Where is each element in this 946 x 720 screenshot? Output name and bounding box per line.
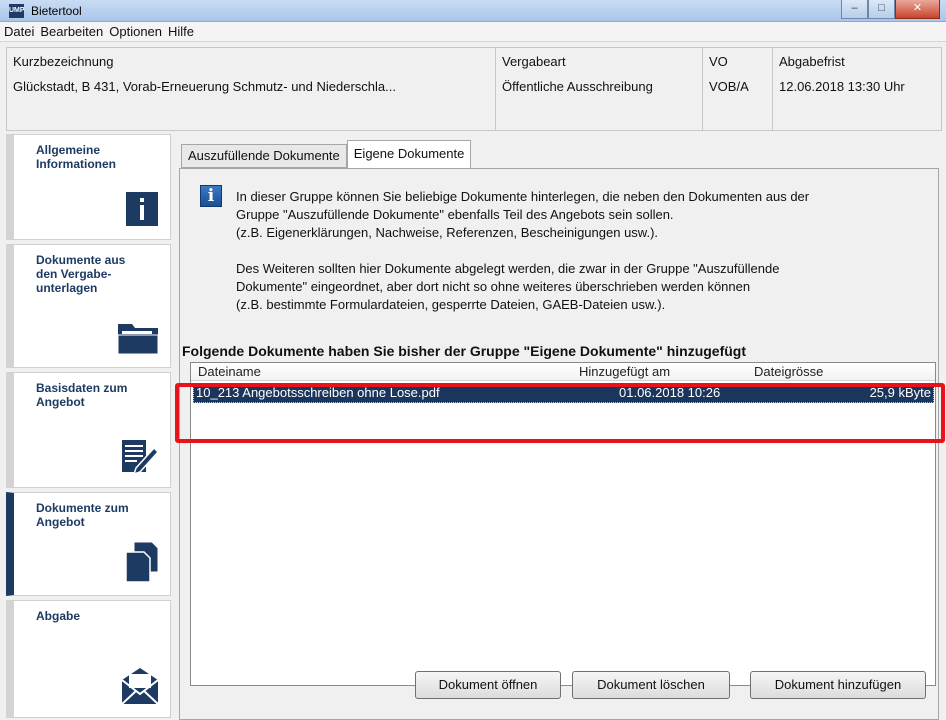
- header-abgabefrist: Abgabefrist 12.06.2018 13:30 Uhr: [773, 48, 941, 130]
- info-line: Dokumente" eingeordnet, aber dort nicht …: [236, 279, 751, 294]
- info-line: (z.B. Eigenerklärungen, Nachweise, Refer…: [236, 225, 659, 240]
- kurzbezeichnung-label: Kurzbezeichnung: [13, 54, 114, 69]
- row-date: 01.06.2018 10:26: [619, 385, 721, 400]
- open-document-button[interactable]: Dokument öffnen: [415, 671, 561, 699]
- abgabefrist-label: Abgabefrist: [779, 54, 845, 69]
- menu-bar: Datei Bearbeiten Optionen Hilfe: [0, 22, 946, 42]
- info-line: [236, 242, 936, 260]
- folder-icon: [117, 320, 159, 357]
- app-icon: UMP: [9, 4, 25, 18]
- main-panel: Auszufüllende Dokumente Eigene Dokumente…: [175, 134, 945, 720]
- document-list[interactable]: Dateiname Hinzugefügt am Dateigrösse 10_…: [190, 362, 936, 686]
- envelope-icon: [121, 668, 159, 707]
- column-header-dateiname[interactable]: Dateiname: [198, 364, 261, 381]
- documents-icon: [125, 541, 159, 585]
- sidebar-item-label: Abgabe: [36, 609, 81, 623]
- sidebar-item-label: Dokumente zum Angebot: [36, 501, 129, 529]
- kurzbezeichnung-value: Glückstadt, B 431, Vorab-Erneuerung Schm…: [13, 79, 396, 94]
- tab-bar: Auszufüllende Dokumente Eigene Dokumente: [181, 140, 472, 168]
- menu-item-bearbeiten[interactable]: Bearbeiten: [40, 24, 103, 39]
- sidebar: Allgemeine Informationen Dokumente aus d…: [6, 134, 171, 720]
- info-line: In dieser Gruppe können Sie beliebige Do…: [236, 189, 810, 204]
- abgabefrist-value: 12.06.2018 13:30 Uhr: [779, 79, 905, 94]
- info-line: (z.B. bestimmte Formulardateien, gesperr…: [236, 297, 666, 312]
- info-icon: i: [200, 185, 222, 207]
- window-controls: – □ ✕: [841, 0, 940, 20]
- document-list-title: Folgende Dokumente haben Sie bisher der …: [182, 343, 747, 359]
- sidebar-item-abgabe[interactable]: Abgabe: [6, 600, 171, 718]
- sidebar-item-basisdaten[interactable]: Basisdaten zum Angebot: [6, 372, 171, 488]
- info-line: Des Weiteren sollten hier Dokumente abge…: [236, 261, 780, 276]
- header-vergabeart: Vergabeart Öffentliche Ausschreibung: [496, 48, 703, 130]
- sidebar-item-dokumente-vergabeunterlagen[interactable]: Dokumente aus den Vergabe- unterlagen: [6, 244, 171, 368]
- sidebar-item-allgemeine-informationen[interactable]: Allgemeine Informationen: [6, 134, 171, 240]
- header-kurzbezeichnung: Kurzbezeichnung Glückstadt, B 431, Vorab…: [7, 48, 496, 130]
- vergabeart-value: Öffentliche Ausschreibung: [502, 79, 653, 94]
- sidebar-item-dokumente-zum-angebot[interactable]: Dokumente zum Angebot: [6, 492, 171, 596]
- vo-label: VO: [709, 54, 728, 69]
- column-header-hinzugefuegt[interactable]: Hinzugefügt am: [579, 364, 670, 381]
- maximize-icon[interactable]: □: [868, 0, 895, 19]
- column-header-dateigroesse[interactable]: Dateigrösse: [754, 364, 823, 381]
- sidebar-item-label: Dokumente aus den Vergabe- unterlagen: [36, 253, 126, 295]
- tab-panel: i In dieser Gruppe können Sie beliebige …: [179, 168, 939, 720]
- window-title: Bietertool: [31, 4, 82, 18]
- tender-header: Kurzbezeichnung Glückstadt, B 431, Vorab…: [6, 47, 942, 131]
- menu-item-datei[interactable]: Datei: [4, 24, 34, 39]
- vergabeart-label: Vergabeart: [502, 54, 566, 69]
- vo-value: VOB/A: [709, 79, 749, 94]
- menu-item-hilfe[interactable]: Hilfe: [168, 24, 194, 39]
- tab-eigene-dokumente[interactable]: Eigene Dokumente: [346, 140, 472, 168]
- add-document-button[interactable]: Dokument hinzufügen: [750, 671, 926, 699]
- minimize-icon[interactable]: –: [841, 0, 868, 19]
- close-icon[interactable]: ✕: [895, 0, 940, 19]
- delete-document-button[interactable]: Dokument löschen: [572, 671, 730, 699]
- info-icon: [126, 192, 158, 229]
- edit-form-icon: [122, 438, 160, 477]
- sidebar-item-label: Allgemeine Informationen: [36, 143, 116, 171]
- row-size: 25,9 kByte: [869, 385, 931, 400]
- info-line: Gruppe "Auszufüllende Dokumente" ebenfal…: [236, 207, 674, 222]
- table-row[interactable]: 10_213 Angebotsschreiben ohne Lose.pdf 0…: [193, 383, 934, 403]
- menu-item-optionen[interactable]: Optionen: [109, 24, 162, 39]
- title-bar: UMP Bietertool – □ ✕: [0, 0, 946, 22]
- tab-auszufuellende-dokumente[interactable]: Auszufüllende Dokumente: [181, 144, 347, 168]
- sidebar-item-label: Basisdaten zum Angebot: [36, 381, 128, 409]
- list-header: Dateiname Hinzugefügt am Dateigrösse: [191, 363, 935, 381]
- header-vo: VO VOB/A: [703, 48, 773, 130]
- row-filename: 10_213 Angebotsschreiben ohne Lose.pdf: [196, 385, 440, 400]
- info-text: In dieser Gruppe können Sie beliebige Do…: [236, 188, 936, 314]
